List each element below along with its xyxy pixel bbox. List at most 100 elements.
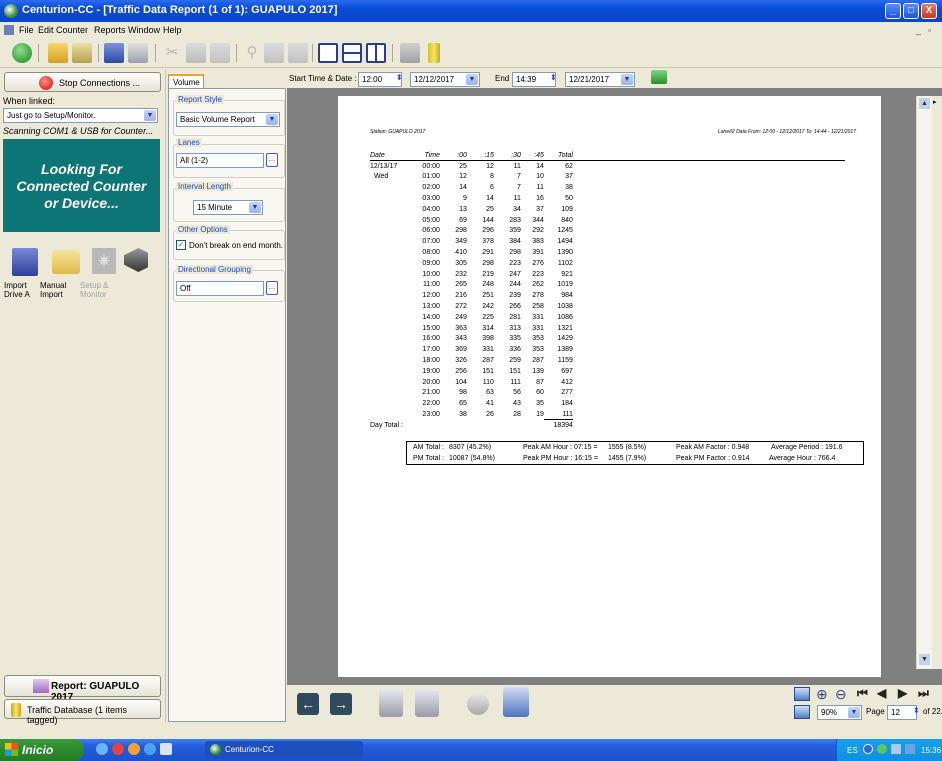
ie-icon[interactable] [96,743,108,755]
tab-volume[interactable]: Volume [168,74,204,89]
search-icon[interactable] [72,43,92,63]
start-label: Inicio [22,743,54,757]
end-date-field[interactable]: 12/21/2017 ▼ [565,72,635,87]
first-page-icon[interactable]: ⏮ [857,686,868,701]
database-icon[interactable] [428,43,440,63]
row-value: 305 [455,259,467,267]
mdi-minimize-icon[interactable]: _ [916,25,921,35]
copy-icon[interactable] [186,43,206,63]
import-drive-a-label[interactable]: Import Drive A [4,281,30,299]
day-total-label: Day Total : [370,421,403,429]
chevron-down-icon[interactable]: ▼ [249,202,261,213]
paste-icon[interactable] [210,43,230,63]
date-range-bar: Start Time & Date : 12:00 ⬍ 12/12/2017 ▼… [287,70,942,88]
row-value: 38 [459,411,467,419]
scroll-down-icon[interactable]: ▼ [919,654,930,665]
menu-window[interactable]: Window [128,25,160,35]
menu-file[interactable]: File [19,25,34,35]
close-button[interactable]: X [921,3,937,19]
print-preview-icon[interactable] [379,689,403,717]
save-icon[interactable] [104,43,124,63]
quicklaunch-icon[interactable] [160,743,172,755]
lanes-browse-button[interactable]: … [266,153,278,167]
app-icon [210,744,221,755]
tray-icon[interactable] [891,744,901,754]
taskbar-app-centurion[interactable]: Centurion-CC [205,741,363,759]
open-folder-icon[interactable] [48,43,68,63]
zoom-in-icon[interactable]: ⊕ [816,686,828,703]
zoom-out-icon[interactable]: ⊖ [835,686,847,703]
speaker-icon[interactable] [124,248,148,272]
export-icon[interactable] [503,687,529,717]
row-date [370,355,403,366]
cascade-icon[interactable] [318,43,338,63]
dont-break-checkbox[interactable]: ✓ [176,240,186,250]
apply-range-icon[interactable] [651,70,667,84]
directional-field[interactable]: Off [176,281,264,296]
connect-icon[interactable] [400,43,420,63]
next-page-icon[interactable]: ▶ [898,686,907,700]
chevron-down-icon[interactable]: ▼ [466,74,478,85]
database-icon [11,703,21,717]
replace-icon[interactable] [264,43,284,63]
quicklaunch-icon[interactable] [144,743,156,755]
manual-import-label[interactable]: Manual Import [40,281,66,299]
minimize-button[interactable]: _ [885,3,901,19]
report-style-select[interactable]: Basic Volume Report ▼ [176,112,280,127]
report-button[interactable]: Report: GUAPULO 2017 [4,675,161,703]
interval-select[interactable]: 15 Minute ▼ [193,200,263,215]
when-linked-select[interactable]: Just go to Setup/Monitor. ▼ [3,108,158,123]
go-icon[interactable] [12,43,32,63]
arrow-right-icon[interactable]: → [330,693,352,715]
restore-button[interactable]: □ [903,3,919,19]
row-value: 104 [455,378,467,386]
find-icon[interactable]: ⚲ [242,43,262,63]
prev-page-icon[interactable]: ◀ [877,686,886,700]
network-icon[interactable] [905,744,915,754]
menu-reports[interactable]: Reports [94,25,126,35]
average-hour: Average Hour : 766.4 [769,455,836,462]
mdi-restore-icon[interactable]: ▫ [928,25,931,35]
arrow-left-icon[interactable]: ← [297,693,319,715]
language-indicator[interactable]: ES [847,746,858,755]
quicklaunch-icon[interactable] [112,743,124,755]
app-icon[interactable] [4,4,18,18]
chevron-down-icon[interactable]: ▼ [144,110,156,121]
menu-edit[interactable]: Edit [38,25,54,35]
tile-vertical-icon[interactable] [366,43,386,63]
spin-icon[interactable]: ⬍ [913,706,920,715]
print-all-icon[interactable] [415,689,439,717]
menu-help[interactable]: Help [163,25,182,35]
page-count: of 22. [923,707,942,716]
chevron-down-icon[interactable]: ▼ [848,707,860,718]
cut-icon[interactable]: ✂ [162,43,182,63]
start-date-field[interactable]: 12/12/2017 ▼ [410,72,480,87]
directional-browse-button[interactable]: … [266,281,278,295]
menu-counter[interactable]: Counter [56,25,88,35]
floppy-drive-icon[interactable] [12,248,38,276]
traffic-database-button[interactable]: Traffic Database (1 items tagged) [4,699,161,725]
chevron-down-icon[interactable]: ▼ [266,114,278,125]
folder-icon[interactable] [52,250,80,274]
chevron-right-icon[interactable]: ▸ [933,98,937,106]
spin-icon[interactable]: ⬍ [396,73,403,82]
fit-page-icon[interactable] [794,705,810,719]
stop-connections-button[interactable]: Stop Connections ... [4,72,161,92]
tray-icon[interactable] [877,744,887,754]
print-icon[interactable] [128,43,148,63]
chevron-down-icon[interactable]: ▼ [621,74,633,85]
doc-icon[interactable] [4,25,14,35]
lanes-field[interactable]: All (1-2) [176,153,264,168]
replace-all-icon[interactable] [288,43,308,63]
last-page-icon[interactable]: ⏭ [918,686,942,701]
start-button[interactable]: Inicio [0,739,84,761]
tray-icon[interactable] [863,744,873,754]
scroll-up-icon[interactable]: ▲ [919,98,930,109]
refresh-icon[interactable] [467,693,489,715]
spin-icon[interactable]: ⬍ [550,73,557,82]
tile-horizontal-icon[interactable] [342,43,362,63]
quicklaunch-icon[interactable] [128,743,140,755]
vertical-scrollbar[interactable]: ▲ ▼ [916,96,932,669]
page-view-icon[interactable] [794,687,810,701]
zoom-select[interactable]: 90% ▼ [817,705,862,720]
